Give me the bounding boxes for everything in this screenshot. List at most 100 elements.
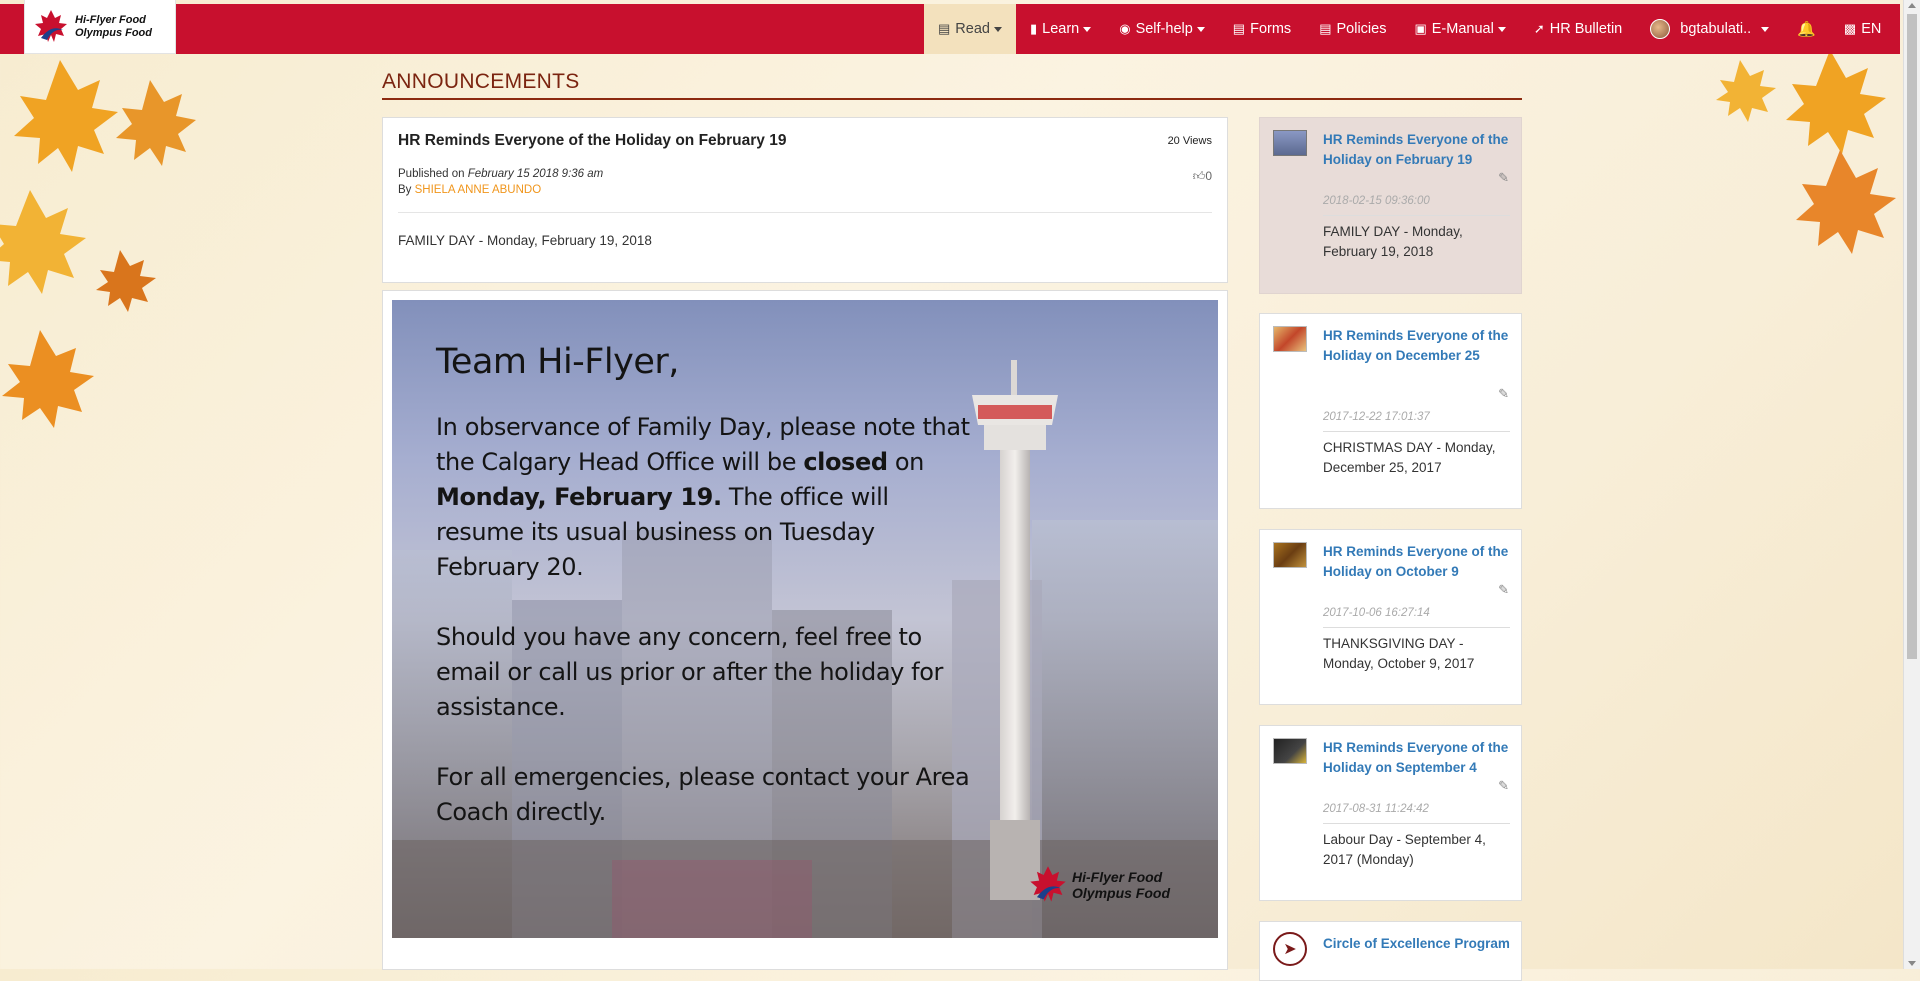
maple-leaf-logo-icon: [1030, 866, 1066, 902]
sidebar-item-summary: CHRISTMAS DAY - Monday, December 25, 201…: [1323, 440, 1496, 475]
edit-pencil-icon[interactable]: ✎: [1498, 778, 1509, 794]
sidebar-item-summary: THANKSGIVING DAY - Monday, October 9, 20…: [1323, 636, 1475, 671]
top-navbar: ▤ Read ▮ Learn ◉ Self-help ▤ Forms ▤ Pol…: [0, 4, 1900, 54]
edit-pencil-icon[interactable]: ✎: [1498, 582, 1509, 598]
published-date: February 15 2018 9:36 am: [467, 168, 604, 180]
nav-self-help[interactable]: ◉ Self-help: [1105, 4, 1219, 54]
maple-leaf-decoration-right: [1716, 50, 1896, 254]
sidebar-item-title[interactable]: HR Reminds Everyone of the Holiday on Fe…: [1323, 130, 1513, 170]
poster-brand-line-2: Olympus Food: [1072, 885, 1170, 901]
chevron-down-icon: [993, 26, 1002, 32]
poster-p1-d: Monday, February 19.: [436, 483, 722, 511]
maple-leaf-logo-icon: [35, 9, 67, 42]
brand-logo[interactable]: Hi-Flyer Food Olympus Food: [24, 0, 176, 54]
poster-paragraph-3: For all emergencies, please contact your…: [436, 763, 970, 826]
poster-brand-logo: Hi-Flyer Food Olympus Food: [1028, 864, 1170, 906]
divider: [1323, 215, 1510, 216]
brand-line-1: Hi-Flyer Food: [75, 13, 146, 26]
poster-p1-b: closed: [803, 448, 888, 476]
published-prefix: Published on: [398, 168, 465, 180]
nav-user-menu[interactable]: bgtabulati..: [1636, 4, 1783, 54]
post-meta: Published on February 15 2018 9:36 am By…: [398, 166, 1212, 198]
poster-p1-c: on: [887, 448, 925, 476]
sidebar-item-summary: Labour Day - September 4, 2017 (Monday): [1323, 832, 1486, 867]
sidebar-announcement-item[interactable]: HR Reminds Everyone of the Holiday on De…: [1259, 313, 1522, 509]
announcement-card: HR Reminds Everyone of the Holiday on Fe…: [382, 117, 1228, 283]
nav-menu: ▤ Read ▮ Learn ◉ Self-help ▤ Forms ▤ Pol…: [924, 4, 1895, 54]
page-scrollbar[interactable]: [1903, 0, 1920, 969]
nav-policies-label: Policies: [1336, 21, 1387, 37]
pin-icon: ➚: [1533, 21, 1545, 36]
sidebar-announcement-item[interactable]: HR Reminds Everyone of the Holiday on Oc…: [1259, 529, 1522, 705]
sidebar-announcement-item[interactable]: HR Reminds Everyone of the Holiday on Fe…: [1259, 117, 1522, 294]
chevron-down-icon: [1083, 26, 1092, 32]
nav-forms[interactable]: ▤ Forms: [1219, 4, 1305, 54]
sidebar-item-title[interactable]: HR Reminds Everyone of the Holiday on De…: [1323, 326, 1513, 366]
poster-brand-line-1: Hi-Flyer Food: [1072, 869, 1163, 885]
edit-pencil-icon[interactable]: ✎: [1498, 170, 1509, 186]
nav-learn[interactable]: ▮ Learn: [1016, 4, 1105, 54]
book-icon: ▮: [1029, 21, 1038, 36]
sidebar-announcement-item[interactable]: HR Reminds Everyone of the Holiday on Se…: [1259, 725, 1522, 901]
nav-e-manual-label: E-Manual: [1431, 21, 1494, 37]
page-title: ANNOUNCEMENTS: [382, 70, 1522, 100]
thumbs-up-icon: 👍︎: [1192, 169, 1206, 183]
nav-read-label: Read: [955, 21, 990, 37]
nav-read[interactable]: ▤ Read: [924, 4, 1016, 54]
nav-self-help-label: Self-help: [1135, 21, 1193, 37]
chevron-down-icon: [1196, 26, 1205, 32]
poster-paragraph-1: In observance of Family Day, please note…: [436, 410, 976, 585]
by-prefix: By: [398, 184, 412, 196]
form-icon: ▤: [1232, 21, 1246, 36]
announcement-summary: FAMILY DAY - Monday, February 19, 2018: [398, 233, 652, 248]
view-count: 20 Views: [1167, 135, 1212, 147]
announcement-poster-image: Team Hi-Flyer, In observance of Family D…: [392, 300, 1218, 938]
divider: [1323, 823, 1510, 824]
announcement-thumbnail: [1273, 326, 1307, 352]
sidebar-announcement-item[interactable]: ➤ Circle of Excellence Program: [1259, 921, 1522, 981]
scroll-up-arrow-icon[interactable]: [1908, 3, 1916, 8]
sidebar-item-date: 2018-02-15 09:36:00: [1323, 195, 1430, 207]
divider: [1323, 627, 1510, 628]
nav-hr-bulletin[interactable]: ➚ HR Bulletin: [1520, 4, 1636, 54]
sidebar-item-title[interactable]: HR Reminds Everyone of the Holiday on Oc…: [1323, 542, 1513, 582]
sidebar-item-summary: FAMILY DAY - Monday, February 19, 2018: [1323, 224, 1463, 259]
maple-leaf-decoration-left: [0, 60, 196, 428]
sidebar-item-title[interactable]: Circle of Excellence Program: [1323, 934, 1513, 954]
nav-user-label: bgtabulati..: [1680, 21, 1752, 37]
sidebar-item-date: 2017-10-06 16:27:14: [1323, 607, 1430, 619]
sidebar-item-title[interactable]: HR Reminds Everyone of the Holiday on Se…: [1323, 738, 1513, 778]
nav-forms-label: Forms: [1250, 21, 1292, 37]
edit-pencil-icon[interactable]: ✎: [1498, 386, 1509, 402]
nav-language[interactable]: ▩ EN: [1830, 4, 1895, 54]
megaphone-icon: ➤: [1273, 932, 1307, 966]
sidebar-item-date: 2017-08-31 11:24:42: [1323, 803, 1429, 815]
author-link[interactable]: SHIELA ANNE ABUNDO: [415, 184, 542, 196]
language-icon: ▩: [1843, 21, 1857, 36]
announcement-image-card: Team Hi-Flyer, In observance of Family D…: [382, 290, 1228, 970]
nav-policies[interactable]: ▤ Policies: [1305, 4, 1400, 54]
nav-hr-bulletin-label: HR Bulletin: [1549, 21, 1623, 37]
brand-name: Hi-Flyer Food Olympus Food: [75, 14, 152, 40]
newspaper-icon: ▤: [938, 21, 951, 36]
announcement-thumbnail: [1273, 542, 1307, 568]
scrollbar-thumb[interactable]: [1907, 14, 1917, 659]
divider: [1323, 431, 1510, 432]
scroll-down-arrow-icon[interactable]: [1908, 961, 1916, 966]
poster-paragraph-2: Should you have any concern, feel free t…: [436, 623, 943, 721]
nav-notifications[interactable]: 🔔: [1783, 4, 1830, 54]
avatar: [1650, 19, 1671, 39]
divider: [398, 212, 1212, 213]
bell-icon: 🔔: [1797, 21, 1816, 38]
chevron-down-icon: [1497, 26, 1506, 32]
announcement-title: HR Reminds Everyone of the Holiday on Fe…: [398, 132, 787, 149]
nav-e-manual[interactable]: ▣ E-Manual: [1400, 4, 1519, 54]
nav-learn-label: Learn: [1042, 21, 1080, 37]
announcement-thumbnail: [1273, 130, 1307, 156]
poster-message: Team Hi-Flyer, In observance of Family D…: [436, 342, 976, 865]
like-button[interactable]: 👍︎0: [1193, 169, 1212, 184]
lifebuoy-icon: ◉: [1119, 21, 1131, 36]
like-count: 0: [1205, 169, 1212, 183]
nav-language-label: EN: [1861, 21, 1882, 37]
poster-heading: Team Hi-Flyer,: [436, 342, 679, 382]
